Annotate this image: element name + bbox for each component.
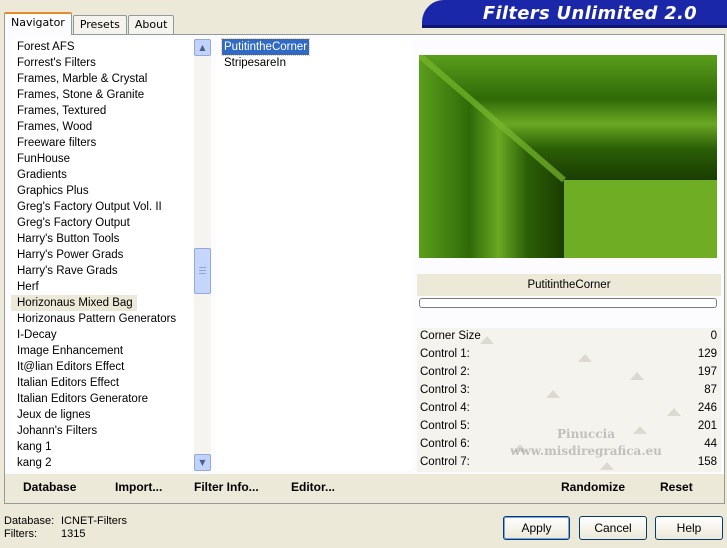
category-item[interactable]: Jeux de lignes bbox=[11, 407, 194, 423]
category-item[interactable]: Harry's Rave Grads bbox=[11, 263, 194, 279]
import-button[interactable]: Import... bbox=[115, 480, 162, 494]
status-info: Database: ICNET-Filters Filters: 1315 bbox=[4, 515, 127, 540]
control-slider[interactable]: Corner Size 0 bbox=[417, 328, 721, 346]
navigator-panel: Forest AFS Forrest's Filters Frames, Marbl… bbox=[4, 34, 725, 504]
control-label: Control 5: bbox=[420, 420, 470, 432]
slider-thumb[interactable] bbox=[600, 462, 615, 470]
control-value: 158 bbox=[697, 456, 717, 468]
category-item[interactable]: Greg's Factory Output bbox=[11, 215, 194, 231]
slider-thumb[interactable] bbox=[513, 444, 528, 452]
control-label: Control 4: bbox=[420, 402, 470, 414]
slider-thumb[interactable] bbox=[632, 426, 647, 434]
title-banner: Filters Unlimited 2.0 bbox=[422, 0, 727, 28]
category-item[interactable]: Frames, Stone & Granite bbox=[11, 87, 194, 103]
category-item[interactable]: Johann's Filters bbox=[11, 423, 194, 439]
category-item[interactable]: Herf bbox=[11, 279, 194, 295]
tab-about[interactable]: About bbox=[127, 15, 175, 35]
slider-thumb[interactable] bbox=[667, 408, 682, 416]
control-slider[interactable]: Control 7: 158 bbox=[417, 454, 721, 472]
control-value: 44 bbox=[704, 438, 717, 450]
category-item[interactable]: Italian Editors Effect bbox=[11, 375, 194, 391]
filter-info-button[interactable]: Filter Info... bbox=[194, 480, 259, 494]
app-title: Filters Unlimited 2.0 bbox=[482, 3, 697, 24]
database-button[interactable]: Database bbox=[23, 480, 76, 494]
progress-bar bbox=[419, 298, 717, 308]
category-item[interactable]: Frames, Wood bbox=[11, 119, 194, 135]
preview-image bbox=[419, 55, 717, 258]
control-value: 129 bbox=[697, 348, 717, 360]
slider-thumb[interactable] bbox=[578, 354, 593, 362]
randomize-button[interactable]: Randomize bbox=[561, 480, 625, 494]
category-item[interactable]: Harry's Button Tools bbox=[11, 231, 194, 247]
tab-presets[interactable]: Presets bbox=[72, 15, 127, 35]
category-scrollbar[interactable]: ▲ ▼ bbox=[194, 39, 211, 471]
editor-button[interactable]: Editor... bbox=[291, 480, 335, 494]
category-item[interactable]: I-Decay bbox=[11, 327, 194, 343]
category-item[interactable]: kang 1 bbox=[11, 439, 194, 455]
category-item[interactable]: Horizonaus Mixed Bag bbox=[11, 295, 194, 311]
apply-button[interactable]: Apply bbox=[503, 516, 570, 540]
control-value: 0 bbox=[710, 330, 717, 342]
tab-navigator[interactable]: Navigator bbox=[4, 12, 72, 35]
scroll-thumb[interactable] bbox=[194, 248, 211, 294]
filter-preview bbox=[419, 55, 717, 258]
category-item[interactable]: Horizonaus Pattern Generators bbox=[11, 311, 194, 327]
control-slider[interactable]: Control 6: 44 bbox=[417, 436, 721, 454]
control-label: Control 7: bbox=[420, 456, 470, 468]
control-value: 87 bbox=[704, 384, 717, 396]
category-item[interactable]: Greg's Factory Output Vol. II bbox=[11, 199, 194, 215]
category-item[interactable]: Harry's Power Grads bbox=[11, 247, 194, 263]
database-name: ICNET-Filters bbox=[61, 515, 127, 527]
slider-thumb[interactable] bbox=[629, 372, 644, 380]
category-item[interactable]: Image Enhancement bbox=[11, 343, 194, 359]
slider-thumb[interactable] bbox=[546, 390, 561, 398]
category-item[interactable]: FunHouse bbox=[11, 151, 194, 167]
filter-item[interactable]: StripesareIn bbox=[222, 55, 288, 71]
control-value: 201 bbox=[697, 420, 717, 432]
filter-name-label: PutitintheCorner bbox=[417, 274, 721, 296]
filter-controls: Corner Size 0 Control 1: 129 Control 2: 197 Co… bbox=[417, 328, 721, 472]
filter-count: 1315 bbox=[61, 528, 86, 540]
control-slider[interactable]: Control 5: 201 bbox=[417, 418, 721, 436]
scroll-up-button[interactable]: ▲ bbox=[194, 39, 211, 56]
category-item[interactable]: It@lian Editors Effect bbox=[11, 359, 194, 375]
reset-button[interactable]: Reset bbox=[660, 480, 693, 494]
control-label: Control 6: bbox=[420, 438, 470, 450]
category-item[interactable]: Italian Editors Generatore bbox=[11, 391, 194, 407]
category-item[interactable]: Frames, Marble & Crystal bbox=[11, 71, 194, 87]
panel-actions: Database Import... Filter Info... Editor… bbox=[5, 474, 724, 503]
scroll-down-button[interactable]: ▼ bbox=[194, 454, 211, 471]
category-item[interactable]: Frames, Textured bbox=[11, 103, 194, 119]
category-item[interactable]: Forrest's Filters bbox=[11, 55, 194, 71]
tab-strip: Navigator Presets About bbox=[4, 12, 175, 35]
slider-thumb[interactable] bbox=[480, 336, 494, 344]
control-slider[interactable]: Control 1: 129 bbox=[417, 346, 721, 364]
category-list[interactable]: Forest AFS Forrest's Filters Frames, Marbl… bbox=[11, 39, 194, 471]
cancel-button[interactable]: Cancel bbox=[579, 516, 647, 540]
category-item[interactable]: Forest AFS bbox=[11, 39, 194, 55]
category-item[interactable]: kang 2 bbox=[11, 455, 194, 471]
control-slider[interactable]: Control 4: 246 bbox=[417, 400, 721, 418]
control-label: Control 1: bbox=[420, 348, 470, 360]
control-label: Corner Size bbox=[420, 330, 481, 342]
category-item[interactable]: Gradients bbox=[11, 167, 194, 183]
control-slider[interactable]: Control 2: 197 bbox=[417, 364, 721, 382]
control-value: 197 bbox=[697, 366, 717, 378]
help-button[interactable]: Help bbox=[655, 516, 723, 540]
control-value: 246 bbox=[697, 402, 717, 414]
control-slider[interactable]: Control 3: 87 bbox=[417, 382, 721, 400]
category-item[interactable]: Graphics Plus bbox=[11, 183, 194, 199]
control-label: Control 2: bbox=[420, 366, 470, 378]
category-item[interactable]: Freeware filters bbox=[11, 135, 194, 151]
control-label: Control 3: bbox=[420, 384, 470, 396]
filter-list[interactable]: PutitintheCorner StripesareIn bbox=[216, 38, 412, 471]
filter-item[interactable]: PutitintheCorner bbox=[220, 38, 311, 56]
